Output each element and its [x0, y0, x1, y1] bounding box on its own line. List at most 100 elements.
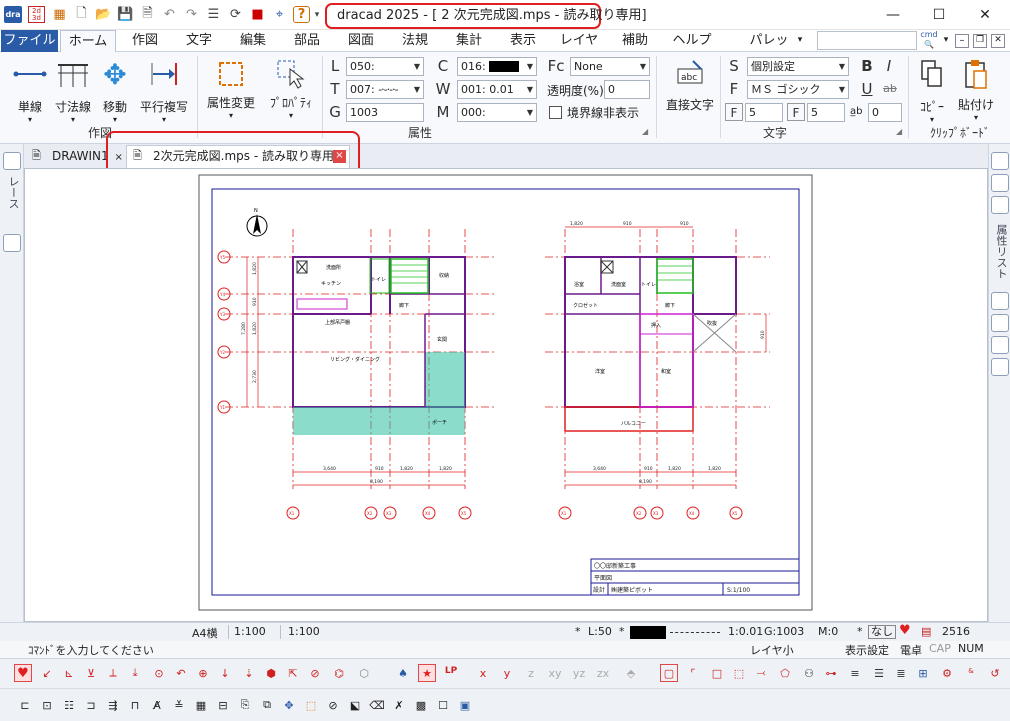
- attribute-list-label[interactable]: 属性リスト: [993, 224, 1009, 279]
- heart-icon[interactable]: ♥: [899, 623, 911, 638]
- child-minimize-button[interactable]: –: [955, 34, 969, 48]
- tab-file[interactable]: ファイル: [1, 30, 58, 52]
- close-button[interactable]: ✕: [962, 0, 1008, 30]
- copy-button[interactable]: ｺﾋﾟｰ ▾: [914, 56, 950, 124]
- paste-button[interactable]: 貼付け ▾: [954, 56, 998, 122]
- snap-node-icon[interactable]: ⊘: [306, 664, 324, 682]
- snap-center-icon[interactable]: ⊙: [150, 664, 168, 682]
- new-file-icon[interactable]: 🗋: [73, 6, 90, 23]
- edit-tool-13-icon[interactable]: ✥: [280, 696, 298, 714]
- edit-tool-16-icon[interactable]: ⬕: [346, 696, 364, 714]
- snap-quadrant-icon[interactable]: ⊕: [194, 664, 212, 682]
- bold-button[interactable]: B: [858, 57, 876, 75]
- qa-dropdown-icon[interactable]: ▾: [312, 6, 322, 23]
- width-select[interactable]: 001: 0.01 ▼: [457, 80, 537, 99]
- snap-endpoint-icon[interactable]: ↙: [38, 664, 56, 682]
- hatch-select-icon[interactable]: ≡: [846, 664, 864, 682]
- tab-edit[interactable]: 編集: [228, 30, 278, 52]
- drawing-scale-status[interactable]: 1:100: [234, 625, 266, 638]
- tab-help[interactable]: ヘルプ: [664, 30, 720, 52]
- linetype-preview[interactable]: [670, 632, 720, 633]
- maximize-button[interactable]: ☐: [916, 0, 962, 30]
- fill-color-select[interactable]: None ▼: [570, 57, 650, 76]
- palette-menu[interactable]: パレット: [744, 30, 794, 69]
- snap-parallel-icon[interactable]: ⌬: [330, 664, 348, 682]
- text-style-select[interactable]: 個別設定 ▼: [747, 57, 849, 76]
- fill-status[interactable]: なし: [868, 625, 896, 639]
- trace-panel-label[interactable]: レース: [5, 176, 21, 209]
- group-status[interactable]: G:1003: [764, 625, 804, 638]
- snap-down-icon[interactable]: ⤓: [126, 664, 144, 682]
- snap-perpendicular-icon[interactable]: ⟂: [104, 664, 122, 682]
- layer-select[interactable]: 050: ▼: [346, 57, 424, 76]
- snap-arc-icon[interactable]: ↶: [172, 664, 190, 682]
- parallel-copy-button[interactable]: 平行複写 ▾: [134, 56, 194, 124]
- monitor-view-icon[interactable]: ▣: [456, 696, 474, 714]
- coord-x-button[interactable]: x: [474, 664, 492, 682]
- paper-size[interactable]: A4横: [192, 625, 218, 641]
- layer-small-button[interactable]: レイヤ小: [750, 642, 794, 658]
- line-width-status[interactable]: 1:0.01: [728, 625, 763, 638]
- material-select[interactable]: 000: ▼: [457, 103, 537, 122]
- undo-select-icon[interactable]: ↺: [986, 664, 1004, 682]
- move-button[interactable]: ✥ 移動 ▾: [96, 56, 134, 125]
- frame-select-icon[interactable]: ▢: [660, 664, 678, 682]
- child-close-button[interactable]: ✕: [991, 34, 1005, 48]
- edit-tool-8-icon[interactable]: ≚: [170, 696, 188, 714]
- display-setting-button[interactable]: 表示設定: [845, 642, 889, 658]
- dash-rect-select-icon[interactable]: ⬚: [730, 664, 748, 682]
- help-icon[interactable]: ?: [293, 6, 310, 23]
- edit-tool-6-icon[interactable]: ⊓: [126, 696, 144, 714]
- edit-tool-5-icon[interactable]: ⇶: [104, 696, 122, 714]
- coord-y-button[interactable]: y: [498, 664, 516, 682]
- edit-tool-20-icon[interactable]: ☐: [434, 696, 452, 714]
- cut-line-icon[interactable]: ⤙: [752, 664, 770, 682]
- coord-xy-button[interactable]: xy: [544, 664, 566, 682]
- edit-tool-19-icon[interactable]: ▩: [412, 696, 430, 714]
- font-height-field[interactable]: 5: [807, 103, 845, 122]
- tab-assist[interactable]: 補助: [610, 30, 660, 52]
- attr-change-button[interactable]: 属性変更 ▾: [202, 56, 260, 120]
- tab-draw[interactable]: 作図: [120, 30, 170, 52]
- border-hide-checkbox[interactable]: [549, 106, 562, 119]
- edit-tool-1-icon[interactable]: ⊏: [16, 696, 34, 714]
- direct-text-button[interactable]: abc 直接文字: [660, 56, 720, 113]
- view-scale-status[interactable]: 1:100: [288, 625, 320, 638]
- command-prompt[interactable]: ｺﾏﾝﾄﾞを入力してください: [28, 642, 154, 658]
- snap-extend-icon[interactable]: ⇱: [284, 664, 302, 682]
- panel-toggle-icon[interactable]: [3, 234, 21, 252]
- attr-launcher-icon[interactable]: ◢: [642, 127, 648, 136]
- snap-tangent-icon[interactable]: ⇣: [240, 664, 258, 682]
- right-panel-icon-5[interactable]: [991, 314, 1009, 332]
- right-panel-icon-6[interactable]: [991, 336, 1009, 354]
- text-select-icon[interactable]: ≣: [892, 664, 910, 682]
- snap-nearest-icon[interactable]: ↓: [216, 664, 234, 682]
- person-select-icon[interactable]: ⚇: [800, 664, 818, 682]
- tab-view[interactable]: 表示: [498, 30, 548, 52]
- right-panel-icon-3[interactable]: [991, 196, 1009, 214]
- dimension-button[interactable]: 寸法線 ▾: [50, 56, 96, 124]
- snap-heart-icon[interactable]: ♥: [14, 664, 32, 682]
- palette-dropdown-icon[interactable]: ▾: [794, 30, 806, 52]
- layer-status[interactable]: L:50: [588, 625, 612, 638]
- tab-text[interactable]: 文字: [174, 30, 224, 52]
- color-swatch-status[interactable]: [630, 626, 666, 639]
- group-field[interactable]: 1003: [346, 103, 424, 122]
- linetype-select[interactable]: 007: -·-·-·- ▼: [346, 80, 424, 99]
- properties-button[interactable]: ﾌﾟﾛﾊﾟﾃｨ ▾: [262, 56, 320, 120]
- color-select[interactable]: 016: ▼: [457, 57, 537, 76]
- redo-icon[interactable]: ↷: [183, 6, 200, 23]
- tab-drawing[interactable]: 図面: [336, 30, 386, 52]
- tab-layer[interactable]: レイヤ: [552, 30, 606, 52]
- edit-tool-3-icon[interactable]: ☷: [60, 696, 78, 714]
- coord-zx-button[interactable]: zx: [592, 664, 614, 682]
- coord-yz-button[interactable]: yz: [568, 664, 590, 682]
- open-folder-icon[interactable]: 📂: [95, 6, 112, 23]
- pattern-select-icon[interactable]: ☰: [870, 664, 888, 682]
- single-line-button[interactable]: 単線 ▾: [10, 56, 50, 124]
- save-icon[interactable]: 💾: [117, 6, 134, 23]
- text-launcher-icon[interactable]: ◢: [896, 127, 902, 136]
- snap-star-icon[interactable]: ★: [418, 664, 436, 682]
- polygon-select-icon[interactable]: ⬠: [776, 664, 794, 682]
- drawing-canvas[interactable]: N 洗面所 キッチン トイレ 収納 廊下 上部吊戸棚 玄関 リビング・ダイニング…: [24, 168, 988, 622]
